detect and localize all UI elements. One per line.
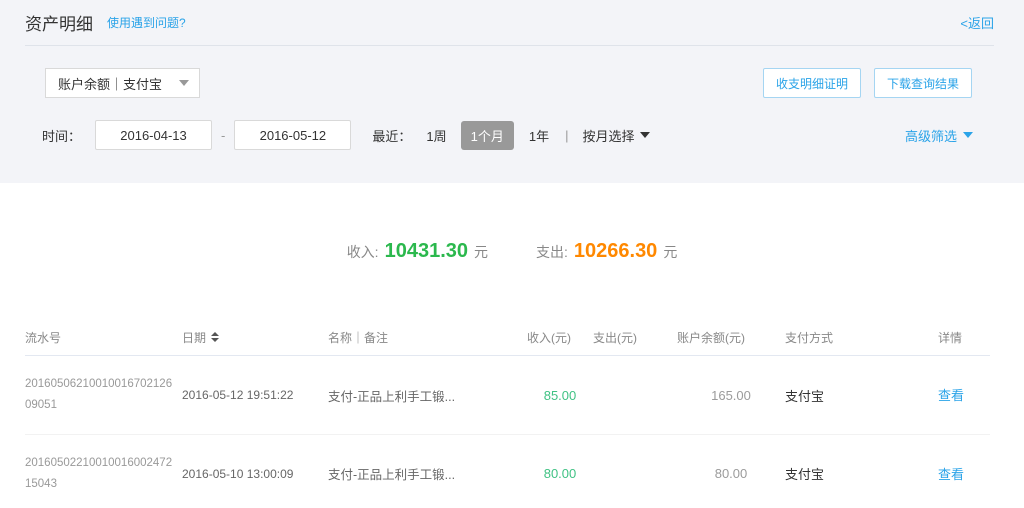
end-date-input[interactable] (234, 120, 351, 150)
transaction-name: 支付-正品上利手工锻... (328, 386, 527, 405)
recent-label: 最近： (372, 126, 411, 145)
account-type-dropdown[interactable]: 账户余额｜支付宝 (45, 68, 200, 98)
chevron-down-icon (963, 132, 973, 138)
payment-method: 支付宝 (785, 464, 938, 483)
chevron-down-icon (640, 132, 650, 138)
expense-summary: 支出: 10266.30 元 (536, 240, 677, 263)
income-total: 10431.30 (385, 240, 468, 263)
view-detail-link[interactable]: 查看 (938, 467, 964, 482)
income-label: 收入: (347, 242, 379, 262)
expense-total: 10266.30 (574, 240, 657, 263)
advanced-filter-toggle[interactable]: 高级筛选 (905, 126, 973, 145)
serial-number: 2016050221001001600247215043 (25, 453, 182, 494)
col-method-header: 支付方式 (785, 329, 938, 346)
table-row: 2016050621001001670212609051 2016-05-12 … (25, 356, 990, 434)
statement-proof-button[interactable]: 收支明细证明 (763, 68, 861, 98)
income-unit: 元 (474, 242, 488, 262)
sort-icon[interactable] (211, 332, 219, 342)
transaction-date: 2016-05-12 19:51:22 (182, 388, 328, 402)
range-1month-selected[interactable]: 1个月 (461, 121, 514, 150)
range-1week[interactable]: 1周 (426, 126, 446, 145)
col-detail-header: 详情 (938, 329, 990, 346)
detail-cell: 查看 (938, 464, 990, 484)
chevron-down-icon (179, 80, 189, 86)
table-row: 2016050221001001600247215043 2016-05-10 … (25, 434, 990, 508)
transactions-table: 流水号 日期 名称｜备注 收入(元) 支出(元) 账户余额(元) 支付方式 详情… (25, 319, 990, 508)
transaction-date: 2016-05-10 13:00:09 (182, 467, 328, 481)
serial-number: 2016050621001001670212609051 (25, 374, 182, 415)
income-expense-summary: 收入: 10431.30 元 支出: 10266.30 元 (0, 240, 1024, 263)
income-amount: 80.00 (527, 466, 593, 481)
col-name-header: 名称｜备注 (328, 329, 527, 346)
range-divider: | (565, 128, 568, 143)
income-summary: 收入: 10431.30 元 (347, 240, 488, 263)
account-type-value: 账户余额｜支付宝 (58, 74, 162, 93)
page-title: 资产明细 (25, 10, 93, 35)
page-header: 资产明细 使用遇到问题? <返回 (25, 0, 994, 46)
start-date-input[interactable] (95, 120, 212, 150)
expense-label: 支出: (536, 242, 568, 262)
filter-panel: 资产明细 使用遇到问题? <返回 账户余额｜支付宝 收支明细证明 下载查询结果 … (0, 0, 1024, 183)
income-amount: 85.00 (527, 388, 593, 403)
col-income-header: 收入(元) (527, 329, 593, 346)
by-month-label: 按月选择 (582, 126, 634, 145)
balance-amount: 165.00 (677, 388, 785, 403)
toolbar-row: 账户余额｜支付宝 收支明细证明 下载查询结果 (45, 68, 972, 98)
back-link[interactable]: <返回 (960, 13, 994, 32)
col-date-header: 日期 (182, 329, 328, 346)
time-label: 时间： (42, 126, 81, 145)
transaction-name: 支付-正品上利手工锻... (328, 464, 527, 483)
detail-cell: 查看 (938, 385, 990, 405)
payment-method: 支付宝 (785, 386, 938, 405)
table-header-row: 流水号 日期 名称｜备注 收入(元) 支出(元) 账户余额(元) 支付方式 详情 (25, 319, 990, 356)
col-balance-header: 账户余额(元) (677, 329, 785, 346)
download-results-button[interactable]: 下载查询结果 (874, 68, 972, 98)
col-serial-header: 流水号 (25, 329, 182, 346)
balance-amount: 80.00 (677, 466, 785, 481)
date-range-dash: - (221, 128, 225, 143)
time-filter-row: 时间： - 最近： 1周 1个月 1年 | 按月选择 高级筛选 (42, 120, 973, 150)
col-date-label: 日期 (182, 329, 206, 346)
advanced-filter-label: 高级筛选 (905, 126, 957, 145)
view-detail-link[interactable]: 查看 (938, 388, 964, 403)
expense-unit: 元 (663, 242, 677, 262)
by-month-dropdown[interactable]: 按月选择 (582, 126, 650, 145)
help-link[interactable]: 使用遇到问题? (107, 14, 186, 31)
toolbar-buttons: 收支明细证明 下载查询结果 (763, 68, 972, 98)
col-expense-header: 支出(元) (593, 329, 677, 346)
range-1year[interactable]: 1年 (529, 126, 549, 145)
